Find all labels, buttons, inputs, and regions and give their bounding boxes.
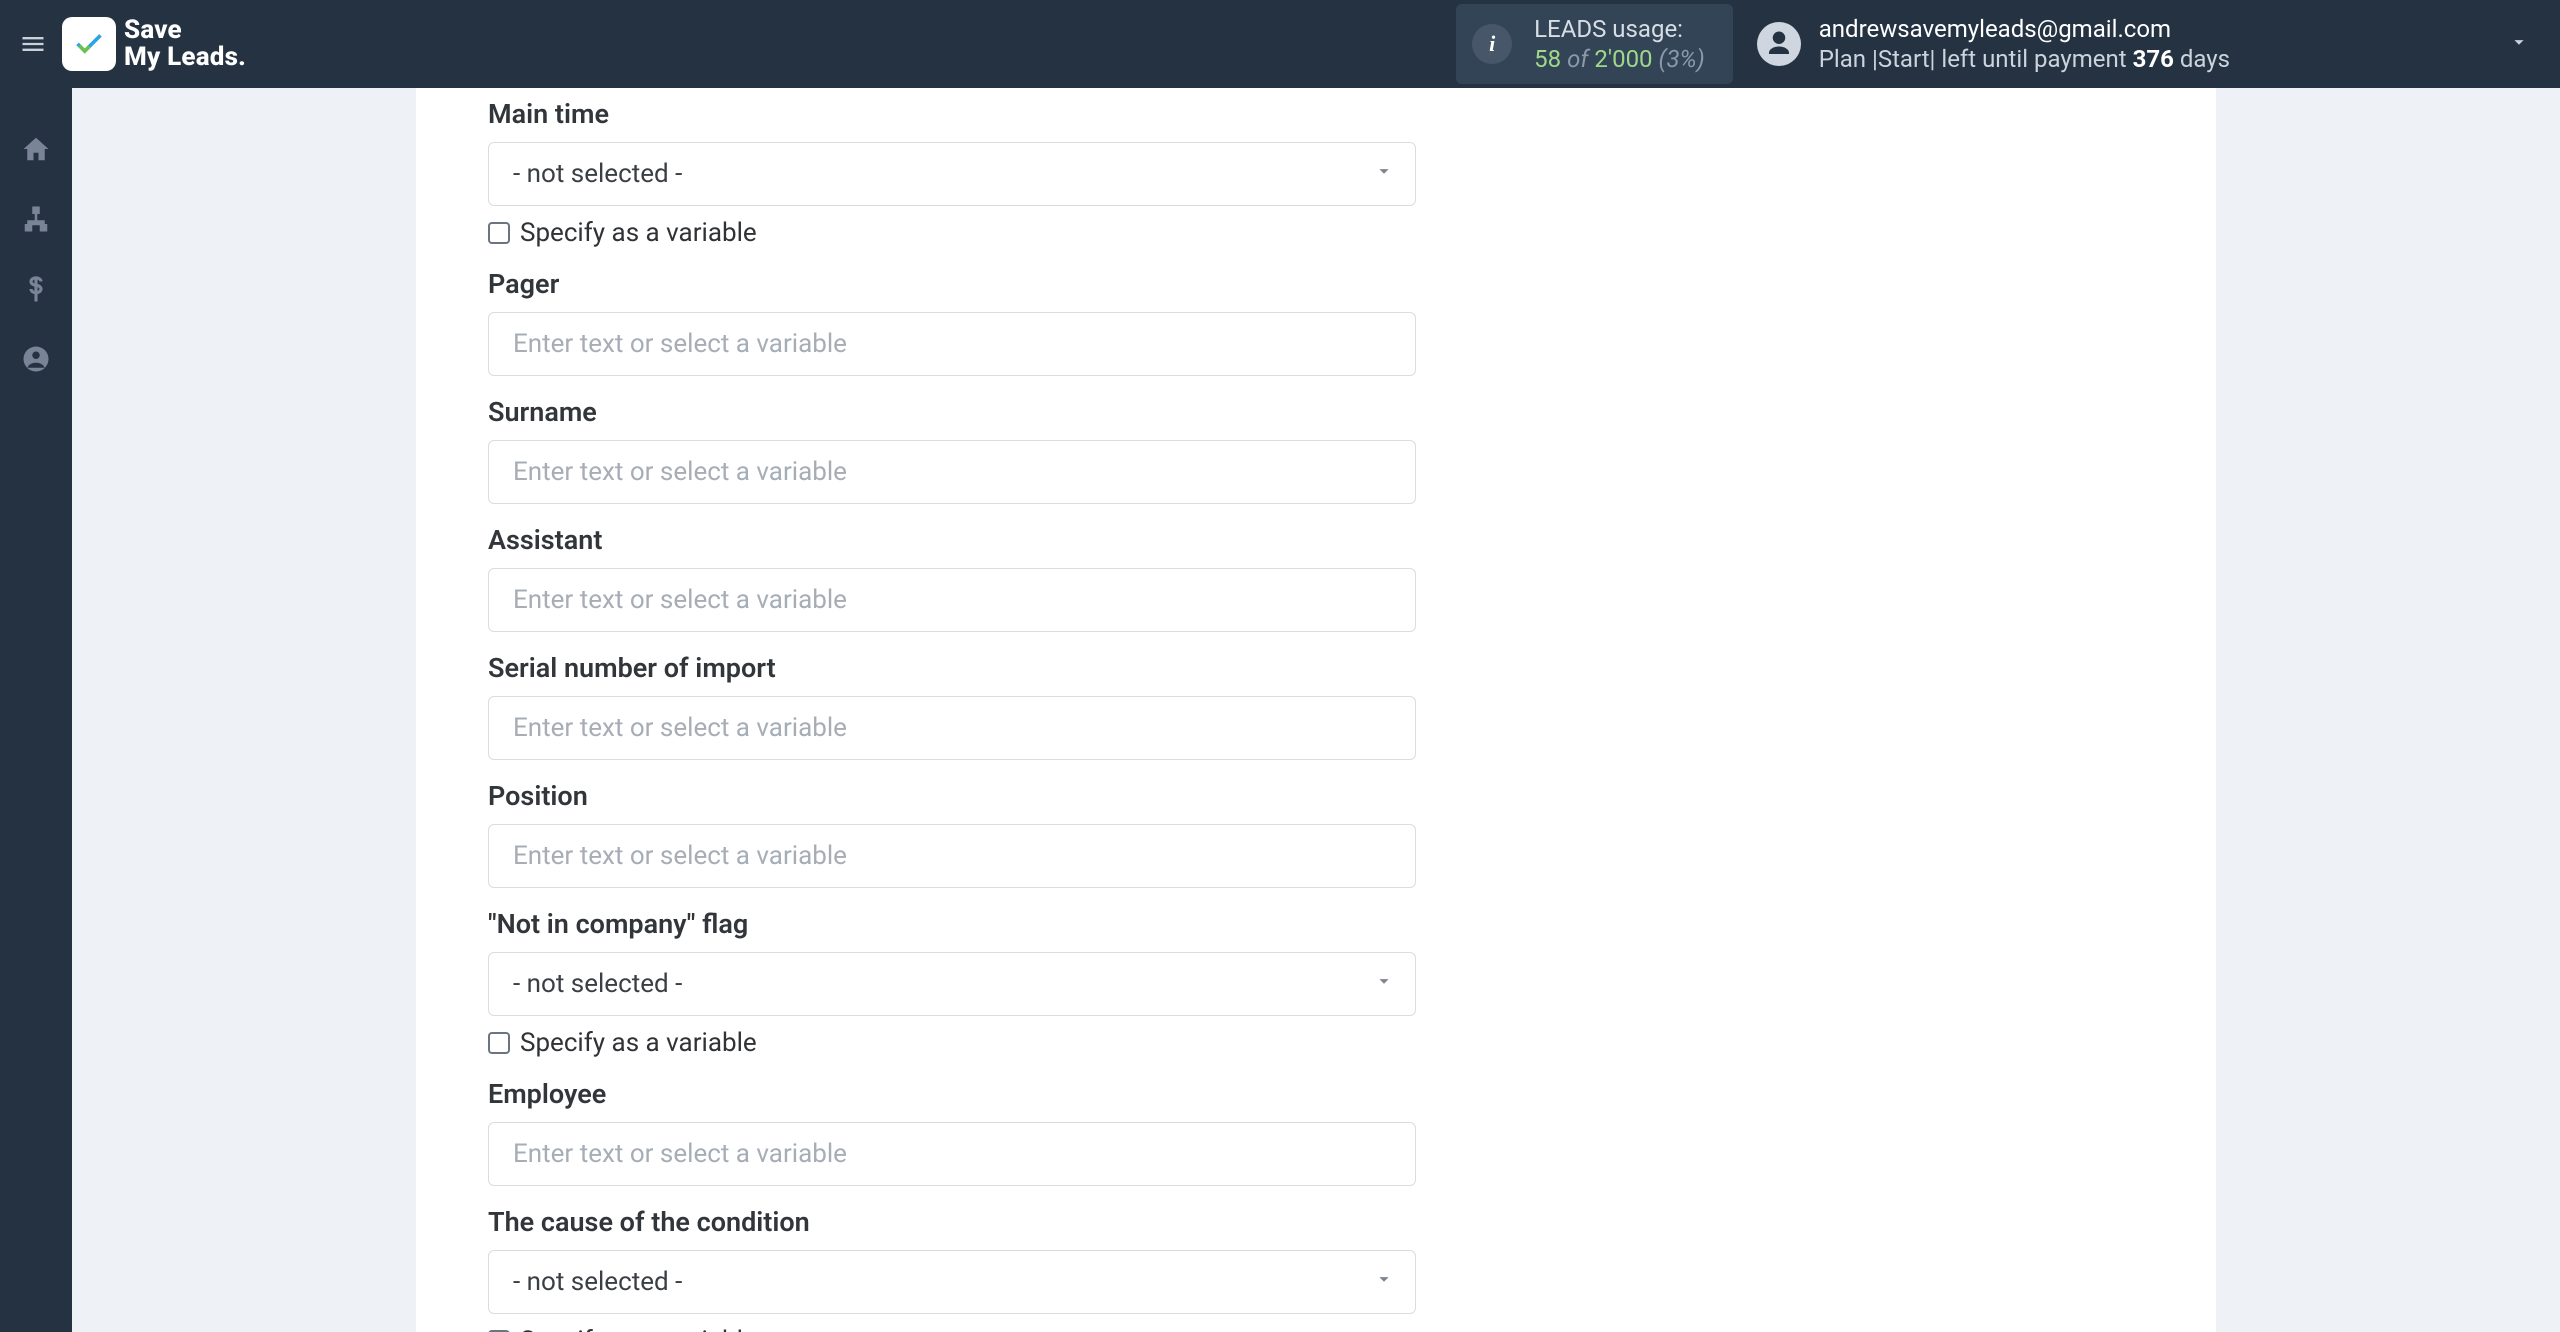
- field-employee: Employee Enter text or select a variable: [488, 1078, 1416, 1186]
- logo-line2: My Leads.: [124, 44, 246, 71]
- label-cause: The cause of the condition: [488, 1206, 1416, 1238]
- sidebar-account[interactable]: [8, 336, 64, 382]
- placeholder-serial: Enter text or select a variable: [513, 713, 847, 743]
- chevron-down-icon: [1373, 159, 1395, 189]
- usage-title: LEADS usage:: [1534, 14, 1705, 44]
- field-cause: The cause of the condition - not selecte…: [488, 1206, 1416, 1332]
- home-icon: [21, 134, 51, 164]
- field-assistant: Assistant Enter text or select a variabl…: [488, 524, 1416, 632]
- label-serial: Serial number of import: [488, 652, 1416, 684]
- field-serial: Serial number of import Enter text or se…: [488, 652, 1416, 760]
- field-position: Position Enter text or select a variable: [488, 780, 1416, 888]
- logo[interactable]: Save My Leads.: [62, 17, 246, 72]
- checkbox-label-cause[interactable]: Specify as a variable: [520, 1326, 757, 1332]
- input-pager[interactable]: Enter text or select a variable: [488, 312, 1416, 376]
- select-cause[interactable]: - not selected -: [488, 1250, 1416, 1314]
- logo-mark: [62, 17, 116, 71]
- select-main-time-value: - not selected -: [513, 159, 682, 189]
- logo-text: Save My Leads.: [124, 17, 246, 72]
- hamburger-icon: [19, 30, 47, 58]
- sitemap-icon: [21, 204, 51, 234]
- chevron-down-icon: [2508, 31, 2530, 53]
- input-position[interactable]: Enter text or select a variable: [488, 824, 1416, 888]
- plan-prefix: Plan |Start| left until payment: [1819, 45, 2133, 73]
- label-pager: Pager: [488, 268, 1416, 300]
- label-assistant: Assistant: [488, 524, 1416, 556]
- sidebar-home[interactable]: [8, 126, 64, 172]
- sidebar-billing[interactable]: [8, 266, 64, 312]
- select-not-in-company[interactable]: - not selected -: [488, 952, 1416, 1016]
- input-assistant[interactable]: Enter text or select a variable: [488, 568, 1416, 632]
- usage-box: i LEADS usage: 58 of 2'000 (3%): [1456, 4, 1733, 84]
- checkbox-label-main-time[interactable]: Specify as a variable: [520, 218, 757, 248]
- usage-of: of: [1567, 45, 1588, 73]
- label-not-in-company: "Not in company" flag: [488, 908, 1416, 940]
- label-position: Position: [488, 780, 1416, 812]
- usage-used: 58: [1534, 45, 1561, 73]
- placeholder-surname: Enter text or select a variable: [513, 457, 847, 487]
- usage-total: 2'000: [1594, 45, 1652, 73]
- field-main-time: Main time - not selected - Specify as a …: [488, 98, 1416, 248]
- form-card: Main time - not selected - Specify as a …: [416, 88, 2216, 1332]
- field-pager: Pager Enter text or select a variable: [488, 268, 1416, 376]
- checkbox-main-time-var[interactable]: [488, 222, 510, 244]
- plan-days: 376: [2133, 45, 2174, 73]
- sidebar: [0, 88, 72, 1332]
- input-employee[interactable]: Enter text or select a variable: [488, 1122, 1416, 1186]
- placeholder-employee: Enter text or select a variable: [513, 1139, 847, 1169]
- field-surname: Surname Enter text or select a variable: [488, 396, 1416, 504]
- label-main-time: Main time: [488, 98, 1416, 130]
- user-email: andrewsavemyleads@gmail.com: [1819, 14, 2230, 44]
- user-icon: [1764, 29, 1794, 59]
- plan-days-suffix: days: [2174, 45, 2230, 73]
- label-surname: Surname: [488, 396, 1416, 428]
- placeholder-pager: Enter text or select a variable: [513, 329, 847, 359]
- avatar: [1757, 22, 1801, 66]
- dollar-icon: [21, 274, 51, 304]
- info-icon: i: [1472, 24, 1512, 64]
- placeholder-position: Enter text or select a variable: [513, 841, 847, 871]
- label-employee: Employee: [488, 1078, 1416, 1110]
- usage-values: 58 of 2'000 (3%): [1534, 44, 1705, 74]
- user-circle-icon: [21, 344, 51, 374]
- chevron-down-icon: [1373, 969, 1395, 999]
- checkbox-not-in-company-var[interactable]: [488, 1032, 510, 1054]
- select-cause-value: - not selected -: [513, 1267, 682, 1297]
- usage-percent: (3%): [1659, 45, 1705, 73]
- select-not-in-company-value: - not selected -: [513, 969, 682, 999]
- page-scroll[interactable]: Main time - not selected - Specify as a …: [72, 88, 2560, 1332]
- user-menu-chevron: [2508, 31, 2530, 57]
- logo-line1: Save: [124, 17, 246, 44]
- user-menu[interactable]: andrewsavemyleads@gmail.com Plan |Start|…: [1757, 14, 2530, 74]
- placeholder-assistant: Enter text or select a variable: [513, 585, 847, 615]
- menu-toggle-button[interactable]: [12, 23, 54, 65]
- input-surname[interactable]: Enter text or select a variable: [488, 440, 1416, 504]
- sidebar-connections[interactable]: [8, 196, 64, 242]
- select-main-time[interactable]: - not selected -: [488, 142, 1416, 206]
- app-header: Save My Leads. i LEADS usage: 58 of 2'00…: [0, 0, 2560, 88]
- check-icon: [72, 27, 106, 61]
- checkbox-label-not-in-company[interactable]: Specify as a variable: [520, 1028, 757, 1058]
- user-plan: Plan |Start| left until payment 376 days: [1819, 44, 2230, 74]
- chevron-down-icon: [1373, 1267, 1395, 1297]
- input-serial[interactable]: Enter text or select a variable: [488, 696, 1416, 760]
- field-not-in-company: "Not in company" flag - not selected - S…: [488, 908, 1416, 1058]
